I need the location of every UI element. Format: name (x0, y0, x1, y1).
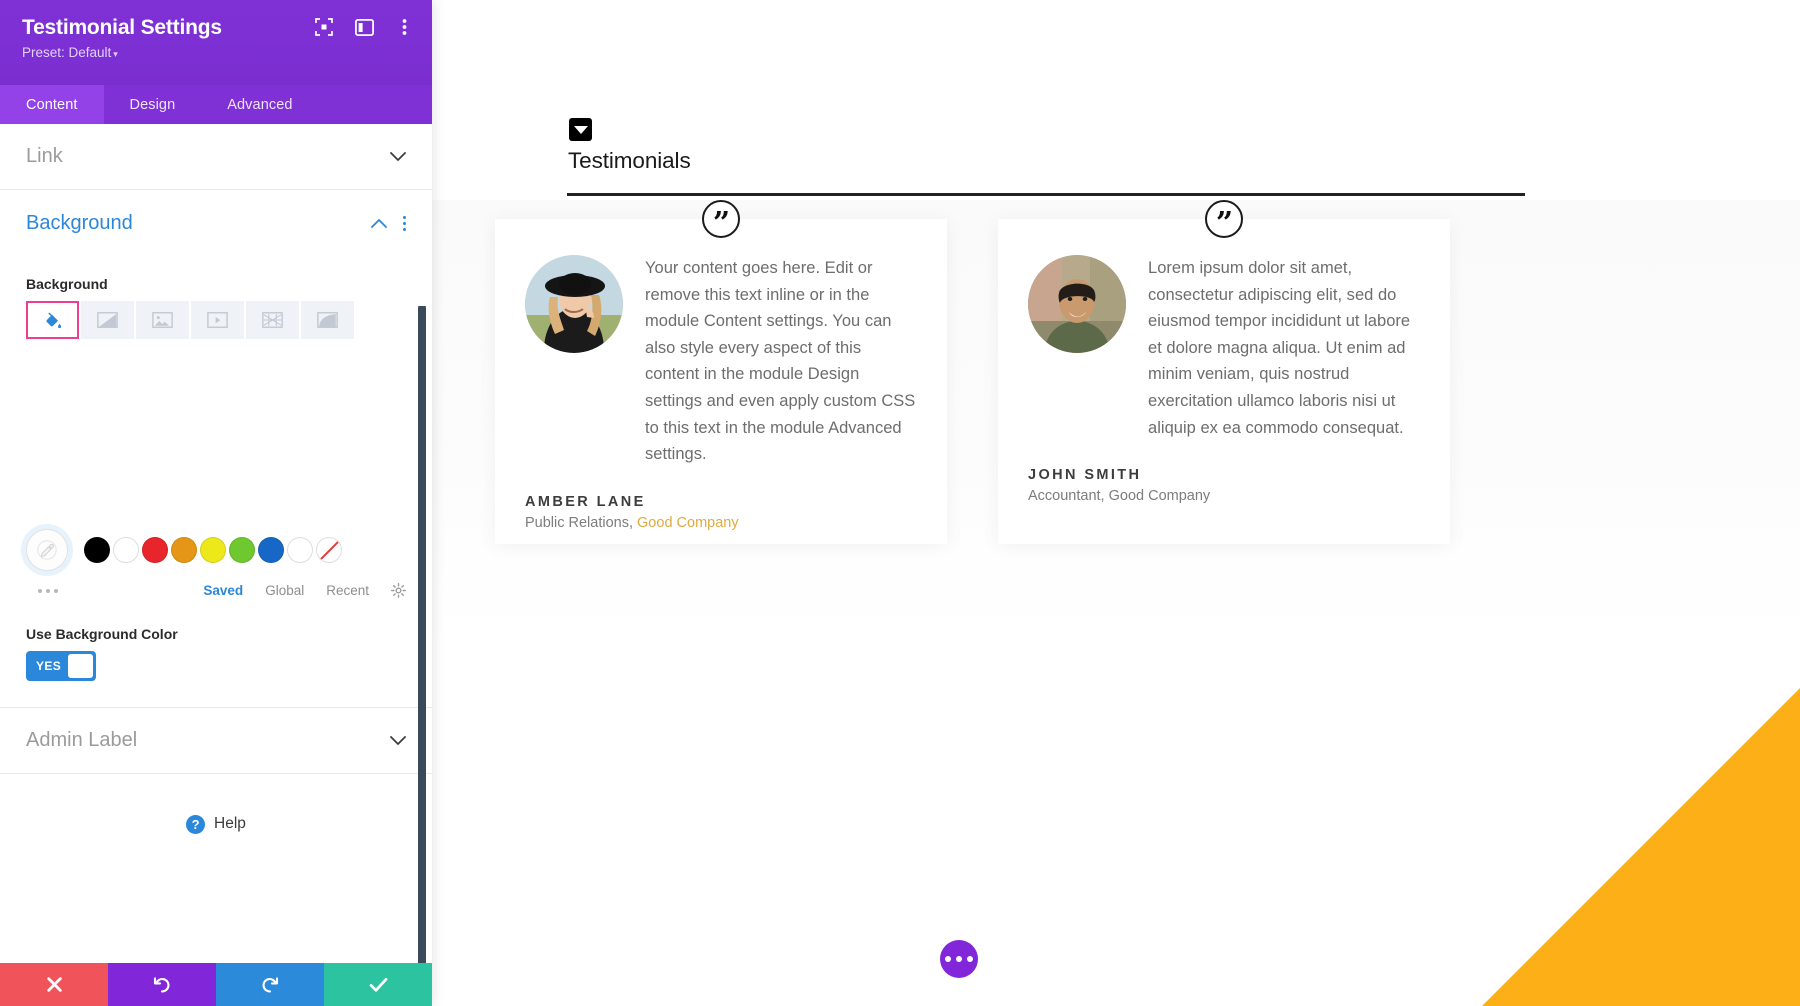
panel-layout-icon[interactable] (354, 17, 374, 37)
swatch-red[interactable] (142, 537, 168, 563)
heading-divider (567, 193, 1525, 196)
author-company: Good Company (637, 514, 739, 531)
palette-tab-recent[interactable]: Recent (326, 583, 369, 598)
ellipsis-dot (945, 956, 951, 962)
palette-tabs: Saved Global Recent (203, 583, 406, 598)
swatch-empty[interactable] (287, 537, 313, 563)
avatar (1028, 255, 1126, 353)
testimonial-quote: Lorem ipsum dolor sit amet, consectetur … (1148, 259, 1411, 437)
section-link-label: Link (26, 145, 63, 167)
screen-root: Testimonial Settings Preset: Default ▾ C… (0, 0, 1800, 1006)
toggle-value: YES (36, 659, 62, 673)
swatch-black[interactable] (84, 537, 110, 563)
palette-tab-saved[interactable]: Saved (203, 583, 243, 598)
save-button[interactable] (324, 963, 432, 1006)
author-name: JOHN SMITH (1028, 467, 1142, 484)
testimonial-author: AMBER LANE Public Relations, Good Compan… (495, 494, 947, 531)
preset-selector[interactable]: Preset: Default ▾ (22, 45, 410, 60)
palette-meta-row: Saved Global Recent (26, 583, 406, 598)
use-background-color-label: Use Background Color (26, 626, 178, 642)
author-role-prefix: Accountant, (1028, 488, 1109, 505)
panel-body: Link Background Background Saved Global … (0, 124, 432, 963)
background-gradient-icon[interactable] (81, 301, 134, 339)
ellipsis-dot (956, 956, 962, 962)
background-image-icon[interactable] (136, 301, 189, 339)
background-field-label: Background (26, 276, 108, 292)
swatch-white[interactable] (113, 537, 139, 563)
author-role: Public Relations, Good Company (525, 515, 917, 531)
author-role-prefix: Public Relations, (525, 514, 638, 531)
panel-scrollbar[interactable] (418, 306, 426, 963)
background-type-tabs (26, 301, 406, 339)
author-company: Good Company (1108, 488, 1211, 505)
palette-tab-global[interactable]: Global (265, 583, 304, 598)
tab-content[interactable]: Content (0, 85, 104, 124)
panel-tabs: Content Design Advanced (0, 85, 432, 124)
chevron-down-icon (390, 735, 406, 746)
chevron-down-icon: ▾ (113, 49, 118, 59)
gear-icon[interactable] (391, 583, 406, 598)
author-role: Accountant, Good Company (1028, 488, 1420, 504)
panel-header: Testimonial Settings Preset: Default ▾ (0, 0, 432, 85)
help-link[interactable]: ? Help (0, 774, 432, 874)
chevron-down-icon (390, 151, 406, 162)
background-color-icon[interactable] (26, 301, 79, 339)
section-background-header[interactable]: Background (26, 190, 406, 256)
undo-button[interactable] (108, 963, 216, 1006)
chevron-up-icon[interactable] (371, 218, 387, 228)
page-content: Testimonials ” Your content goes here. E… (432, 0, 1800, 1006)
section-link[interactable]: Link (0, 124, 432, 190)
preset-label: Preset: Default (22, 45, 112, 60)
tab-advanced[interactable]: Advanced (201, 85, 318, 124)
tab-design[interactable]: Design (104, 85, 202, 124)
background-pattern-icon[interactable] (246, 301, 299, 339)
testimonial-card[interactable]: ” (998, 200, 1450, 544)
swatch-green[interactable] (229, 537, 255, 563)
swatch-none[interactable] (316, 537, 342, 563)
quote-icon: ” (1205, 200, 1243, 238)
testimonial-quote: Your content goes here. Edit or remove t… (645, 259, 916, 464)
swatch-orange[interactable] (171, 537, 197, 563)
cancel-button[interactable] (0, 963, 108, 1006)
caret-down-icon (573, 125, 588, 134)
testimonial-card-body: Your content goes here. Edit or remove t… (495, 219, 947, 468)
background-video-icon[interactable] (191, 301, 244, 339)
section-heading: Testimonials (568, 148, 691, 173)
testimonial-author: JOHN SMITH Accountant, Good Company (998, 467, 1450, 504)
focus-mode-icon[interactable] (314, 17, 334, 37)
testimonial-card[interactable]: ” (495, 200, 947, 544)
swatch-blue[interactable] (258, 537, 284, 563)
quote-icon: ” (702, 200, 740, 238)
panel-footer (0, 963, 432, 1006)
background-mask-icon[interactable] (301, 301, 354, 339)
use-background-color-toggle[interactable]: YES (26, 651, 96, 681)
page-settings-fab[interactable] (940, 940, 978, 978)
panel-header-icons (314, 17, 414, 37)
help-label: Help (214, 815, 246, 832)
color-swatch-row (26, 529, 406, 571)
avatar (525, 255, 623, 353)
more-options-icon[interactable] (394, 17, 414, 37)
more-swatches-icon[interactable] (26, 588, 58, 593)
section-admin-label[interactable]: Admin Label (0, 708, 432, 774)
section-background: Background Background Saved Global Recen… (0, 190, 432, 708)
author-name: AMBER LANE (525, 493, 646, 510)
color-picker-button[interactable] (26, 529, 68, 571)
testimonial-card-body: Lorem ipsum dolor sit amet, consectetur … (998, 219, 1450, 441)
section-collapse-toggle[interactable] (569, 118, 592, 141)
section-admin-label-text: Admin Label (26, 729, 138, 751)
toggle-knob (68, 654, 93, 678)
ellipsis-dot (967, 956, 973, 962)
swatch-yellow[interactable] (200, 537, 226, 563)
redo-button[interactable] (216, 963, 324, 1006)
help-icon: ? (186, 814, 206, 834)
accent-corner-triangle (1482, 688, 1800, 1006)
page-preview: Testimonials ” Your content goes here. E… (432, 0, 1800, 1006)
section-options-icon[interactable] (403, 215, 406, 231)
module-settings-panel: Testimonial Settings Preset: Default ▾ C… (0, 0, 432, 1006)
section-background-label: Background (26, 211, 133, 234)
